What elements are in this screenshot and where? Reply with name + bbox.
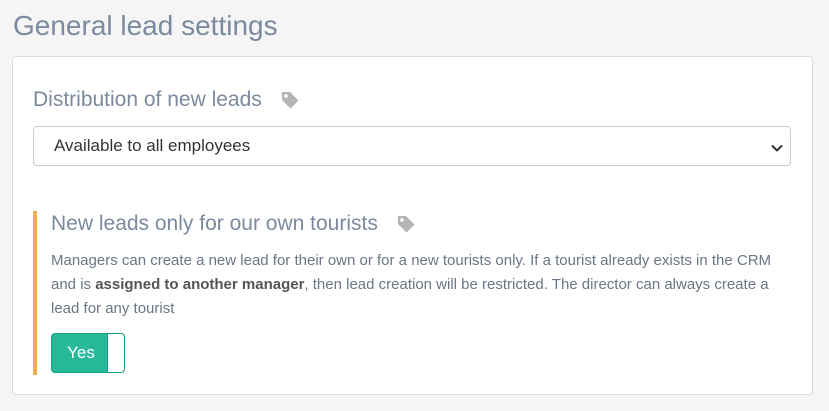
- settings-panel: Distribution of new leads Available to a…: [12, 56, 813, 395]
- description-text-bold: assigned to another manager: [95, 276, 305, 293]
- own-tourists-title-label: New leads only for our own tourists: [51, 212, 378, 235]
- toggle-label: Yes: [67, 343, 95, 362]
- own-tourists-callout: New leads only for our own tourists Mana…: [33, 211, 796, 375]
- tag-icon[interactable]: [396, 214, 416, 234]
- page-title: General lead settings: [13, 10, 278, 41]
- own-tourists-toggle[interactable]: Yes: [51, 333, 125, 373]
- tag-icon[interactable]: [280, 90, 300, 110]
- chevron-down-icon: [770, 140, 784, 154]
- distribution-section-title: Distribution of new leads: [33, 87, 300, 113]
- distribution-select-value: Available to all employees: [54, 136, 251, 155]
- distribution-select[interactable]: Available to all employees: [33, 126, 791, 166]
- distribution-title-label: Distribution of new leads: [33, 88, 262, 111]
- own-tourists-section-title: New leads only for our own tourists: [51, 211, 416, 237]
- own-tourists-description: Managers can create a new lead for their…: [51, 249, 796, 321]
- toggle-knob[interactable]: [107, 334, 124, 372]
